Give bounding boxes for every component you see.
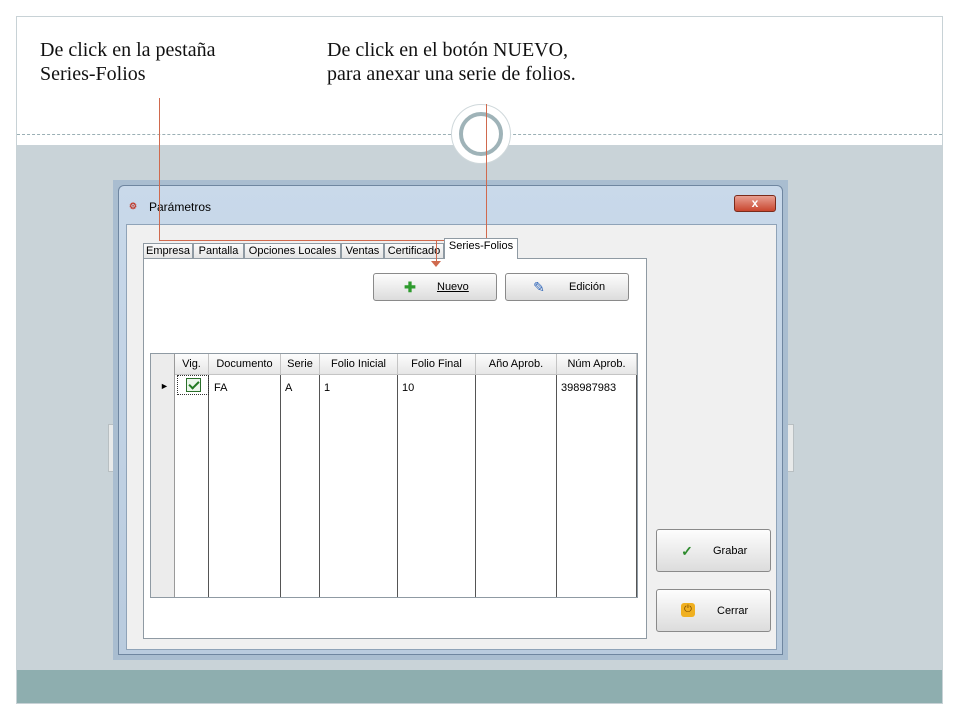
column-header-folio-inicial[interactable]: Folio Inicial: [320, 354, 398, 375]
cerrar-button[interactable]: ⏻ Cerrar: [656, 589, 771, 632]
checkmark-icon: ✓: [681, 543, 693, 559]
grid-column-folio-inicial: [320, 375, 398, 597]
window-close-button[interactable]: x: [734, 195, 776, 212]
pencil-icon: ✎: [533, 279, 545, 295]
slide: De click en la pestaña Series-Folios De …: [0, 0, 960, 720]
cerrar-button-label: Cerrar: [717, 605, 749, 617]
edicion-button-label: Edición: [569, 281, 606, 293]
tab-pantalla[interactable]: Pantalla: [193, 243, 244, 259]
nuevo-button[interactable]: ✚ Nuevo: [373, 273, 497, 301]
column-header-num-aprob[interactable]: Núm Aprob.: [557, 354, 637, 375]
grid-column-num-aprob: [557, 375, 637, 597]
cell-num-aprob[interactable]: 398987983: [561, 382, 616, 394]
arrow-head-icon: [431, 261, 441, 267]
grabar-button[interactable]: ✓ Grabar: [656, 529, 771, 572]
tab-series-folios[interactable]: Series-Folios: [444, 238, 518, 259]
grabar-button-label: Grabar: [713, 545, 748, 557]
tab-empresa[interactable]: Empresa: [143, 243, 193, 259]
column-header-serie[interactable]: Serie: [281, 354, 320, 375]
window-client-area: Empresa Pantalla Opciones Locales Ventas…: [126, 224, 777, 650]
cell-folio-inicial[interactable]: 1: [324, 382, 330, 394]
grid-column-folio-final: [398, 375, 476, 597]
circle-ornament: [451, 104, 511, 164]
power-icon: ⏻: [681, 603, 695, 617]
instruction-button-note: De click en el botón NUEVO, para anexar …: [327, 38, 576, 86]
instruction-button-line2: para anexar una serie de folios.: [327, 63, 576, 85]
tab-pointer-line-horizontal: [159, 240, 442, 241]
ornament-ring: [459, 112, 503, 156]
plus-icon: ✚: [404, 279, 416, 295]
button-pointer-line: [486, 104, 487, 240]
grid-column-anio-aprob: [476, 375, 557, 597]
cell-folio-final[interactable]: 10: [402, 382, 414, 394]
instruction-tab-line2: Series-Folios: [40, 63, 146, 85]
tab-opciones-locales[interactable]: Opciones Locales: [244, 243, 341, 259]
edicion-button[interactable]: ✎ Edición: [505, 273, 629, 301]
column-header-vig[interactable]: Vig.: [175, 354, 209, 375]
series-folios-grid: ► Vig. Documento Serie Folio Inicial Fol…: [150, 353, 638, 598]
vig-checkbox[interactable]: [186, 378, 201, 392]
cell-documento[interactable]: FA: [214, 382, 227, 394]
nuevo-button-label: Nuevo: [437, 281, 469, 293]
cell-serie[interactable]: A: [285, 382, 292, 394]
tab-ventas[interactable]: Ventas: [341, 243, 384, 259]
grid-column-vig: [175, 375, 209, 597]
window-chrome: ⚙ Parámetros x Empresa Pantalla Opciones…: [118, 185, 783, 655]
instruction-tab-line1: De click en la pestaña: [40, 39, 216, 61]
current-row-arrow-icon: ►: [160, 381, 169, 391]
sci-app-icon: ⚙: [129, 201, 138, 211]
tab-pointer-line: [159, 98, 160, 241]
grid-column-documento: [209, 375, 281, 597]
column-header-anio-aprob[interactable]: Año Aprob.: [476, 354, 557, 375]
grid-row-header: ►: [151, 354, 175, 597]
instruction-button-line1: De click en el botón NUEVO,: [327, 39, 569, 61]
parametros-window: ⚙ Parámetros x Empresa Pantalla Opciones…: [113, 180, 788, 660]
column-header-folio-final[interactable]: Folio Final: [398, 354, 476, 375]
tab-certificado[interactable]: Certificado: [384, 243, 444, 259]
grid-column-serie: [281, 375, 320, 597]
instruction-tab-note: De click en la pestaña Series-Folios: [40, 38, 215, 86]
column-header-documento[interactable]: Documento: [209, 354, 281, 375]
